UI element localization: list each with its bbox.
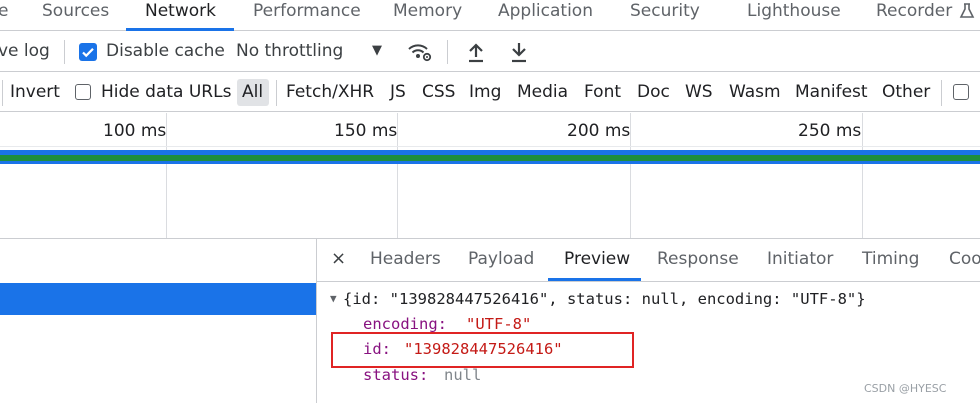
filter-divider <box>276 80 277 106</box>
download-icon[interactable] <box>509 41 529 67</box>
tab-preview[interactable]: Preview <box>564 249 630 269</box>
tab-truncated[interactable]: e <box>0 0 8 31</box>
request-detail-tabs: × Headers Payload Preview Response Initi… <box>317 239 980 282</box>
hide-data-urls-label[interactable]: Hide data URLs <box>101 82 231 102</box>
disable-cache-checkbox[interactable] <box>79 43 97 61</box>
tick-label-250: 250 ms <box>798 121 862 141</box>
tab-initiator[interactable]: Initiator <box>767 249 833 269</box>
watermark: CSDN @HYESC <box>864 382 947 395</box>
status-value: null <box>444 366 482 384</box>
filter-doc[interactable]: Doc <box>637 82 670 102</box>
filter-ws[interactable]: WS <box>685 82 713 102</box>
filter-manifest[interactable]: Manifest <box>795 82 868 102</box>
highlight-annotation <box>331 332 634 368</box>
filter-divider <box>941 80 942 106</box>
blocked-requests-checkbox[interactable] <box>953 84 969 100</box>
filter-fetch-xhr[interactable]: Fetch/XHR <box>286 82 374 102</box>
tab-payload[interactable]: Payload <box>468 249 534 269</box>
expand-arrow-icon[interactable]: ▼ <box>330 292 337 305</box>
selected-request-row[interactable] <box>0 283 316 315</box>
encoding-value: "UTF-8" <box>466 315 532 333</box>
filter-media[interactable]: Media <box>517 82 568 102</box>
chevron-down-icon[interactable]: ▼ <box>372 43 382 58</box>
timeline-gridline <box>862 113 863 238</box>
tab-memory[interactable]: Memory <box>393 0 462 31</box>
tab-security[interactable]: Security <box>630 0 700 31</box>
filter-other[interactable]: Other <box>882 82 930 102</box>
preserve-log-label[interactable]: ve log <box>0 41 50 61</box>
request-list <box>0 239 318 403</box>
tab-network[interactable]: Network <box>145 0 216 31</box>
encoding-key: encoding: <box>363 315 447 333</box>
devtools-tab-bar: e Sources Network Performance Memory App… <box>0 0 980 31</box>
toolbar-divider <box>447 40 448 64</box>
filter-divider <box>2 80 3 106</box>
tick-label-100: 100 ms <box>103 121 167 141</box>
filter-all[interactable]: All <box>242 82 263 102</box>
tick-label-150: 150 ms <box>334 121 398 141</box>
tab-response[interactable]: Response <box>657 249 739 269</box>
tab-lighthouse[interactable]: Lighthouse <box>747 0 841 31</box>
close-icon[interactable]: × <box>331 248 346 269</box>
ruler-divider <box>0 146 980 147</box>
filter-img[interactable]: Img <box>469 82 501 102</box>
tab-timing[interactable]: Timing <box>862 249 919 269</box>
tab-performance[interactable]: Performance <box>253 0 361 31</box>
preview-summary: {id: "139828447526416", status: null, en… <box>343 290 866 308</box>
filter-font[interactable]: Font <box>584 82 621 102</box>
active-tab-indicator <box>126 28 234 31</box>
wifi-settings-icon[interactable] <box>406 40 434 68</box>
tick-label-200: 200 ms <box>567 121 631 141</box>
hide-data-urls-checkbox[interactable] <box>75 84 91 100</box>
tab-cookies[interactable]: Coo <box>949 249 980 269</box>
tab-headers[interactable]: Headers <box>370 249 441 269</box>
toolbar-divider <box>64 40 65 64</box>
tab-sources[interactable]: Sources <box>42 0 109 31</box>
tab-application[interactable]: Application <box>498 0 593 31</box>
filter-css[interactable]: CSS <box>422 82 455 102</box>
active-detail-tab-indicator <box>548 278 641 281</box>
upload-icon[interactable] <box>466 41 486 67</box>
timeline-finish-bar <box>0 161 980 164</box>
filter-wasm[interactable]: Wasm <box>729 82 781 102</box>
invert-label[interactable]: Invert <box>10 82 60 102</box>
flask-icon <box>958 2 976 24</box>
tab-recorder[interactable]: Recorder <box>876 0 952 31</box>
disable-cache-label[interactable]: Disable cache <box>106 41 225 61</box>
status-key: status: <box>363 366 429 384</box>
throttling-select[interactable]: No throttling <box>236 41 343 61</box>
filter-js[interactable]: JS <box>390 82 406 102</box>
